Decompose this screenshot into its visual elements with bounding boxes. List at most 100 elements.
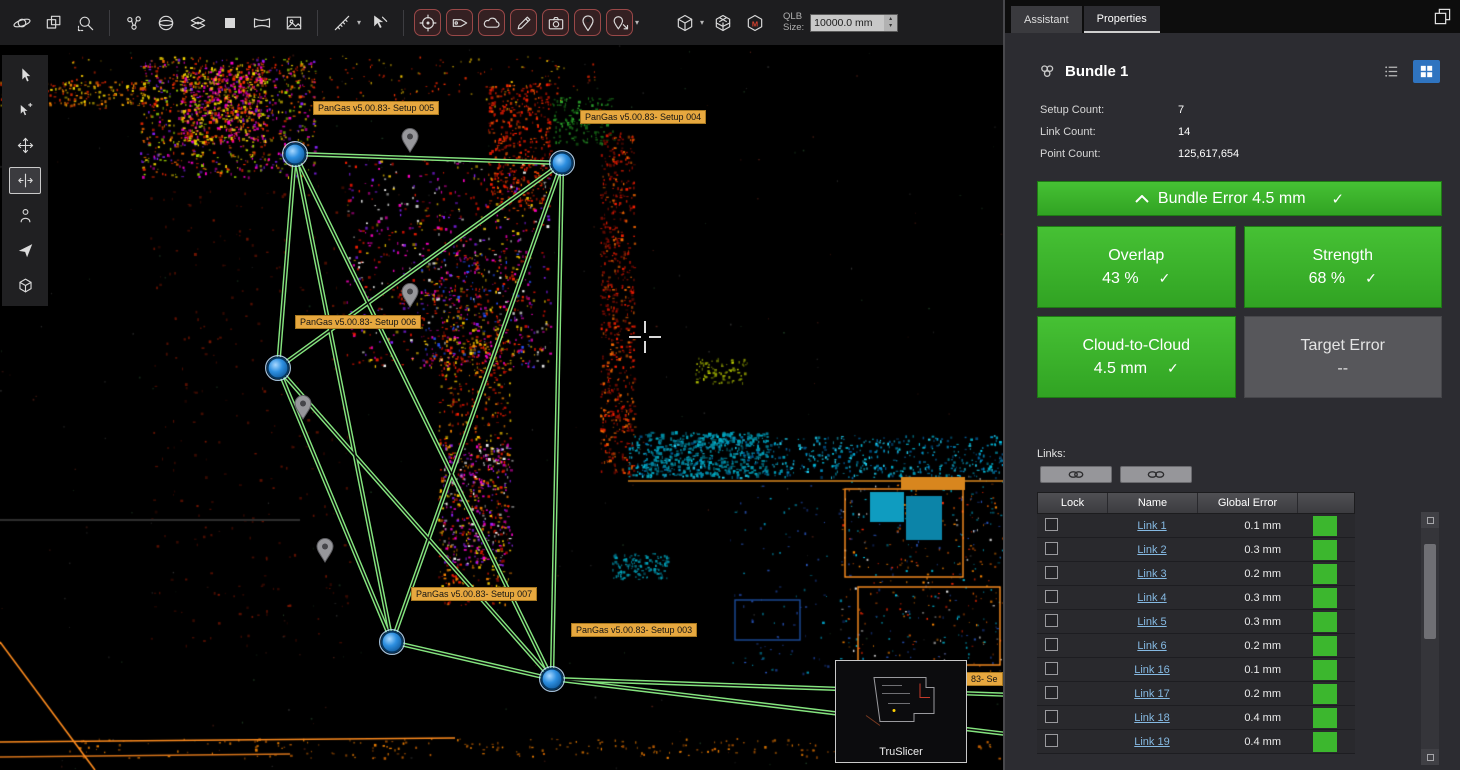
- first-person-view-icon[interactable]: [9, 202, 41, 229]
- pick-measure-icon[interactable]: [366, 9, 393, 36]
- pin-dropdown-caret[interactable]: ▾: [635, 18, 639, 27]
- link-row[interactable]: Link 190.4 mm: [1037, 730, 1355, 754]
- column-name[interactable]: Name: [1108, 493, 1198, 513]
- link-row[interactable]: Link 17 0.2 mm: [1037, 682, 1355, 706]
- view-cube-caret[interactable]: ▾: [700, 18, 704, 27]
- camera-icon[interactable]: [542, 9, 569, 36]
- copy-view-icon[interactable]: [40, 9, 67, 36]
- column-lock[interactable]: Lock: [1038, 493, 1108, 513]
- qlb-spinner[interactable]: ▴▾: [884, 15, 897, 31]
- plane-icon[interactable]: [216, 9, 243, 36]
- viewport-3d[interactable]: PanGas v5.00.83- Setup 005 PanGas v5.00.8…: [0, 45, 1003, 770]
- panel-divider[interactable]: [1003, 0, 1005, 770]
- tab-assistant[interactable]: Assistant: [1011, 6, 1082, 33]
- navigate-icon[interactable]: [9, 237, 41, 264]
- scroll-top-icon: [1427, 517, 1434, 524]
- link-name[interactable]: Link 3: [1137, 568, 1166, 580]
- column-error-bar: [1298, 493, 1356, 513]
- target-icon[interactable]: [414, 9, 441, 36]
- link-lock-checkbox[interactable]: [1045, 686, 1058, 699]
- scroll-top-button[interactable]: [1421, 512, 1439, 528]
- scroll-track[interactable]: [1421, 528, 1439, 749]
- setup-label[interactable]: PanGas v5.00.83- Setup 006: [295, 315, 421, 329]
- link-name[interactable]: Link 1: [1137, 520, 1166, 532]
- select-cursor-icon[interactable]: [9, 62, 41, 89]
- link-error-bar: [1313, 732, 1337, 752]
- truslicer-panel[interactable]: TruSlicer: [835, 660, 967, 763]
- zoom-window-icon[interactable]: [72, 9, 99, 36]
- setup-label[interactable]: 83- Se: [966, 672, 1003, 686]
- link-lock-checkbox[interactable]: [1045, 734, 1058, 747]
- link-error-value: 0.2 mm: [1197, 688, 1297, 700]
- qlb-size-input[interactable]: [811, 17, 884, 29]
- sphere-icon[interactable]: [152, 9, 179, 36]
- align-stations-icon[interactable]: [9, 167, 41, 194]
- measure-dropdown-caret[interactable]: ▾: [357, 18, 361, 27]
- link-lock-checkbox[interactable]: [1045, 518, 1058, 531]
- spinner-up-icon[interactable]: ▴: [889, 16, 892, 22]
- link-lock-checkbox[interactable]: [1045, 542, 1058, 555]
- annotate-icon[interactable]: [510, 9, 537, 36]
- pin-icon[interactable]: [574, 9, 601, 36]
- link-row[interactable]: Link 60.2 mm: [1037, 634, 1355, 658]
- unlock-all-links-button[interactable]: [1120, 466, 1192, 483]
- link-name[interactable]: Link 19: [1134, 736, 1169, 748]
- cloud-icon[interactable]: [478, 9, 505, 36]
- link-name[interactable]: Link 2: [1137, 544, 1166, 556]
- panorama-icon[interactable]: [248, 9, 275, 36]
- restore-window-icon[interactable]: [1433, 7, 1452, 26]
- link-lock-checkbox[interactable]: [1045, 566, 1058, 579]
- panel-tab-bar: Assistant Properties: [1005, 0, 1460, 33]
- tag-icon[interactable]: [446, 9, 473, 36]
- stations-icon[interactable]: [120, 9, 147, 36]
- scroll-bottom-button[interactable]: [1421, 749, 1439, 765]
- setup-label[interactable]: PanGas v5.00.83- Setup 007: [411, 587, 537, 601]
- spinner-down-icon[interactable]: ▾: [889, 23, 892, 29]
- link-name[interactable]: Link 18: [1134, 712, 1169, 724]
- link-row[interactable]: Link 50.3 mm: [1037, 610, 1355, 634]
- select-elements-icon[interactable]: [9, 97, 41, 124]
- link-error-bar: [1313, 684, 1337, 704]
- qlb-box-icon[interactable]: M: [741, 9, 768, 36]
- scroll-thumb[interactable]: [1424, 544, 1436, 639]
- box-mode-icon[interactable]: [9, 272, 41, 299]
- stat-label: Link Count:: [1040, 126, 1178, 138]
- link-row[interactable]: Link 160.1 mm: [1037, 658, 1355, 682]
- list-view-toggle[interactable]: [1378, 60, 1405, 83]
- tab-properties[interactable]: Properties: [1084, 6, 1160, 33]
- stat-label: Point Count:: [1040, 148, 1178, 160]
- link-name[interactable]: Link 6: [1137, 640, 1166, 652]
- link-lock-checkbox[interactable]: [1045, 638, 1058, 651]
- link-name[interactable]: Link 16: [1134, 664, 1169, 676]
- image-icon[interactable]: [280, 9, 307, 36]
- link-lock-checkbox[interactable]: [1045, 710, 1058, 723]
- links-table: Lock Name Global Error Link 10.1 mmLink …: [1037, 492, 1355, 754]
- setup-label[interactable]: PanGas v5.00.83- Setup 003: [571, 623, 697, 637]
- bundle-error-bar[interactable]: Bundle Error 4.5 mm ✓: [1037, 181, 1442, 216]
- link-lock-checkbox[interactable]: [1045, 590, 1058, 603]
- move-tool-icon[interactable]: [9, 132, 41, 159]
- chevron-up-icon: [1135, 195, 1149, 203]
- link-lock-checkbox[interactable]: [1045, 614, 1058, 627]
- layers-icon[interactable]: [184, 9, 211, 36]
- link-name[interactable]: Link 5: [1137, 616, 1166, 628]
- setup-label[interactable]: PanGas v5.00.83- Setup 005: [313, 101, 439, 115]
- orbit-icon[interactable]: [8, 9, 35, 36]
- link-lock-checkbox[interactable]: [1045, 662, 1058, 675]
- setup-label[interactable]: PanGas v5.00.83- Setup 004: [580, 110, 706, 124]
- link-row[interactable]: Link 180.4 mm: [1037, 706, 1355, 730]
- link-row[interactable]: Link 10.1 mm: [1037, 514, 1355, 538]
- column-global-error[interactable]: Global Error: [1198, 493, 1298, 513]
- link-name[interactable]: Link 4: [1137, 592, 1166, 604]
- link-row[interactable]: Link 40.3 mm: [1037, 586, 1355, 610]
- lock-all-links-button[interactable]: [1040, 466, 1112, 483]
- link-name[interactable]: Link 17: [1134, 688, 1169, 700]
- view-cube-icon[interactable]: [671, 9, 698, 36]
- grid-view-toggle[interactable]: [1413, 60, 1440, 83]
- link-row[interactable]: Link 20.3 mm: [1037, 538, 1355, 562]
- grid-box-icon[interactable]: [709, 9, 736, 36]
- links-scrollbar[interactable]: [1421, 512, 1439, 765]
- measure-icon[interactable]: [328, 9, 355, 36]
- link-row[interactable]: Link 30.2 mm: [1037, 562, 1355, 586]
- pin-add-icon[interactable]: [606, 9, 633, 36]
